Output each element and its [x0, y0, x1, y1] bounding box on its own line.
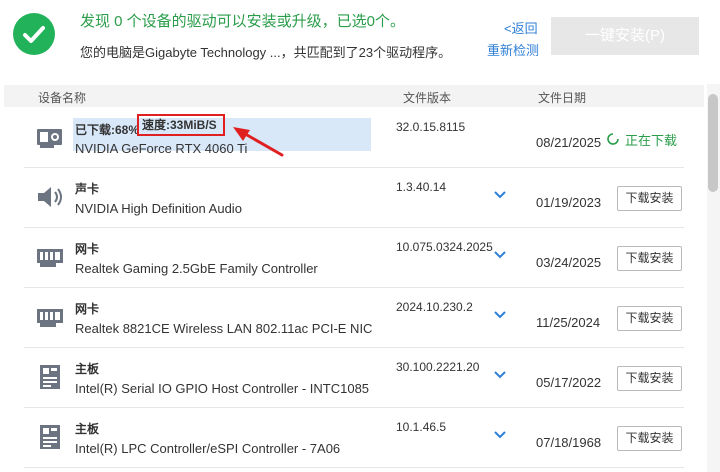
speaker-icon	[38, 187, 62, 207]
download-install-button[interactable]: 下载安装	[617, 426, 682, 451]
one-click-install-button[interactable]: 一键安装(P)	[551, 17, 699, 55]
download-install-button[interactable]: 下载安装	[617, 186, 682, 211]
download-speed: 速度:33MiB/S	[137, 114, 225, 136]
file-version: 10.1.46.5	[396, 420, 447, 434]
motherboard-icon	[40, 425, 60, 449]
table-header: 设备名称 文件版本 文件日期	[4, 85, 704, 107]
column-file-version: 文件版本	[403, 91, 452, 105]
table-row[interactable]: 声卡 NVIDIA High Definition Audio 1.3.40.1…	[24, 168, 684, 228]
status-title: 发现 0 个设备的驱动可以安装或升级，已选0个。	[80, 13, 406, 30]
download-install-button[interactable]: 下载安装	[617, 246, 682, 271]
device-type: 网卡	[75, 242, 100, 256]
download-install-button[interactable]: 下载安装	[617, 306, 682, 331]
motherboard-icon	[40, 365, 60, 389]
file-version: 30.100.2221.20	[396, 360, 480, 374]
device-name: Intel(R) LPC Controller/eSPI Controller …	[75, 441, 341, 456]
table-row[interactable]: 主板 Intel(R) LPC Controller/eSPI Controll…	[24, 408, 684, 468]
file-date: 01/19/2023	[536, 195, 602, 210]
table-row[interactable]: 网卡 Realtek 8821CE Wireless LAN 802.11ac …	[24, 288, 684, 348]
file-date: 11/25/2024	[536, 315, 601, 330]
column-file-date: 文件日期	[538, 91, 587, 105]
device-type: 主板	[75, 362, 100, 376]
status-subtitle: 您的电脑是Gigabyte Technology ...，共匹配到了23个驱动程…	[80, 45, 452, 60]
table-row[interactable]: 主板 Intel(R) Serial IO GPIO Host Controll…	[24, 348, 684, 408]
redetect-link[interactable]: 重新检测	[487, 40, 539, 59]
download-install-button[interactable]: 下载安装	[617, 366, 682, 391]
column-device-name: 设备名称	[38, 91, 87, 105]
gpu-icon	[37, 129, 62, 148]
file-version: 2024.10.230.2	[396, 300, 473, 314]
table-row[interactable]: 网卡 Realtek Gaming 2.5GbE Family Controll…	[24, 228, 684, 288]
device-name: NVIDIA GeForce RTX 4060 Ti	[75, 141, 248, 156]
table-row-downloading[interactable]: 已下载:68% 速度:33MiB/S NVIDIA GeForce RTX 40…	[24, 108, 684, 168]
status-header: 发现 0 个设备的驱动可以安装或升级，已选0个。 您的电脑是Gigabyte T…	[0, 0, 720, 80]
file-date: 05/17/2022	[536, 375, 602, 390]
device-name: NVIDIA High Definition Audio	[75, 201, 242, 216]
back-link[interactable]: <返回	[504, 18, 538, 37]
download-status: 正在下载	[625, 133, 678, 148]
chevron-down-icon[interactable]	[493, 430, 507, 440]
file-version: 32.0.15.8115	[396, 120, 466, 134]
chevron-down-icon[interactable]	[493, 190, 507, 200]
file-date: 03/24/2025	[536, 255, 602, 270]
device-type: 声卡	[75, 182, 100, 196]
chevron-down-icon[interactable]	[493, 370, 507, 380]
scrollbar-thumb[interactable]	[708, 94, 718, 192]
network-card-icon	[37, 249, 63, 267]
chevron-down-icon[interactable]	[493, 250, 507, 260]
file-version: 10.075.0324.2025	[396, 240, 493, 254]
device-type: 主板	[75, 422, 100, 436]
network-card-icon	[37, 309, 63, 327]
device-name: Realtek 8821CE Wireless LAN 802.11ac PCI…	[75, 321, 373, 336]
file-version: 1.3.40.14	[396, 180, 447, 194]
file-date: 08/21/2025	[536, 135, 602, 150]
success-check-icon	[13, 13, 55, 55]
file-date: 07/18/1968	[536, 435, 602, 450]
device-name: Intel(R) Serial IO GPIO Host Controller …	[75, 381, 370, 396]
loading-spinner-icon	[607, 133, 619, 145]
chevron-down-icon[interactable]	[493, 310, 507, 320]
device-type: 网卡	[75, 302, 100, 316]
download-progress: 已下载:68%	[75, 123, 140, 137]
device-name: Realtek Gaming 2.5GbE Family Controller	[75, 261, 318, 276]
